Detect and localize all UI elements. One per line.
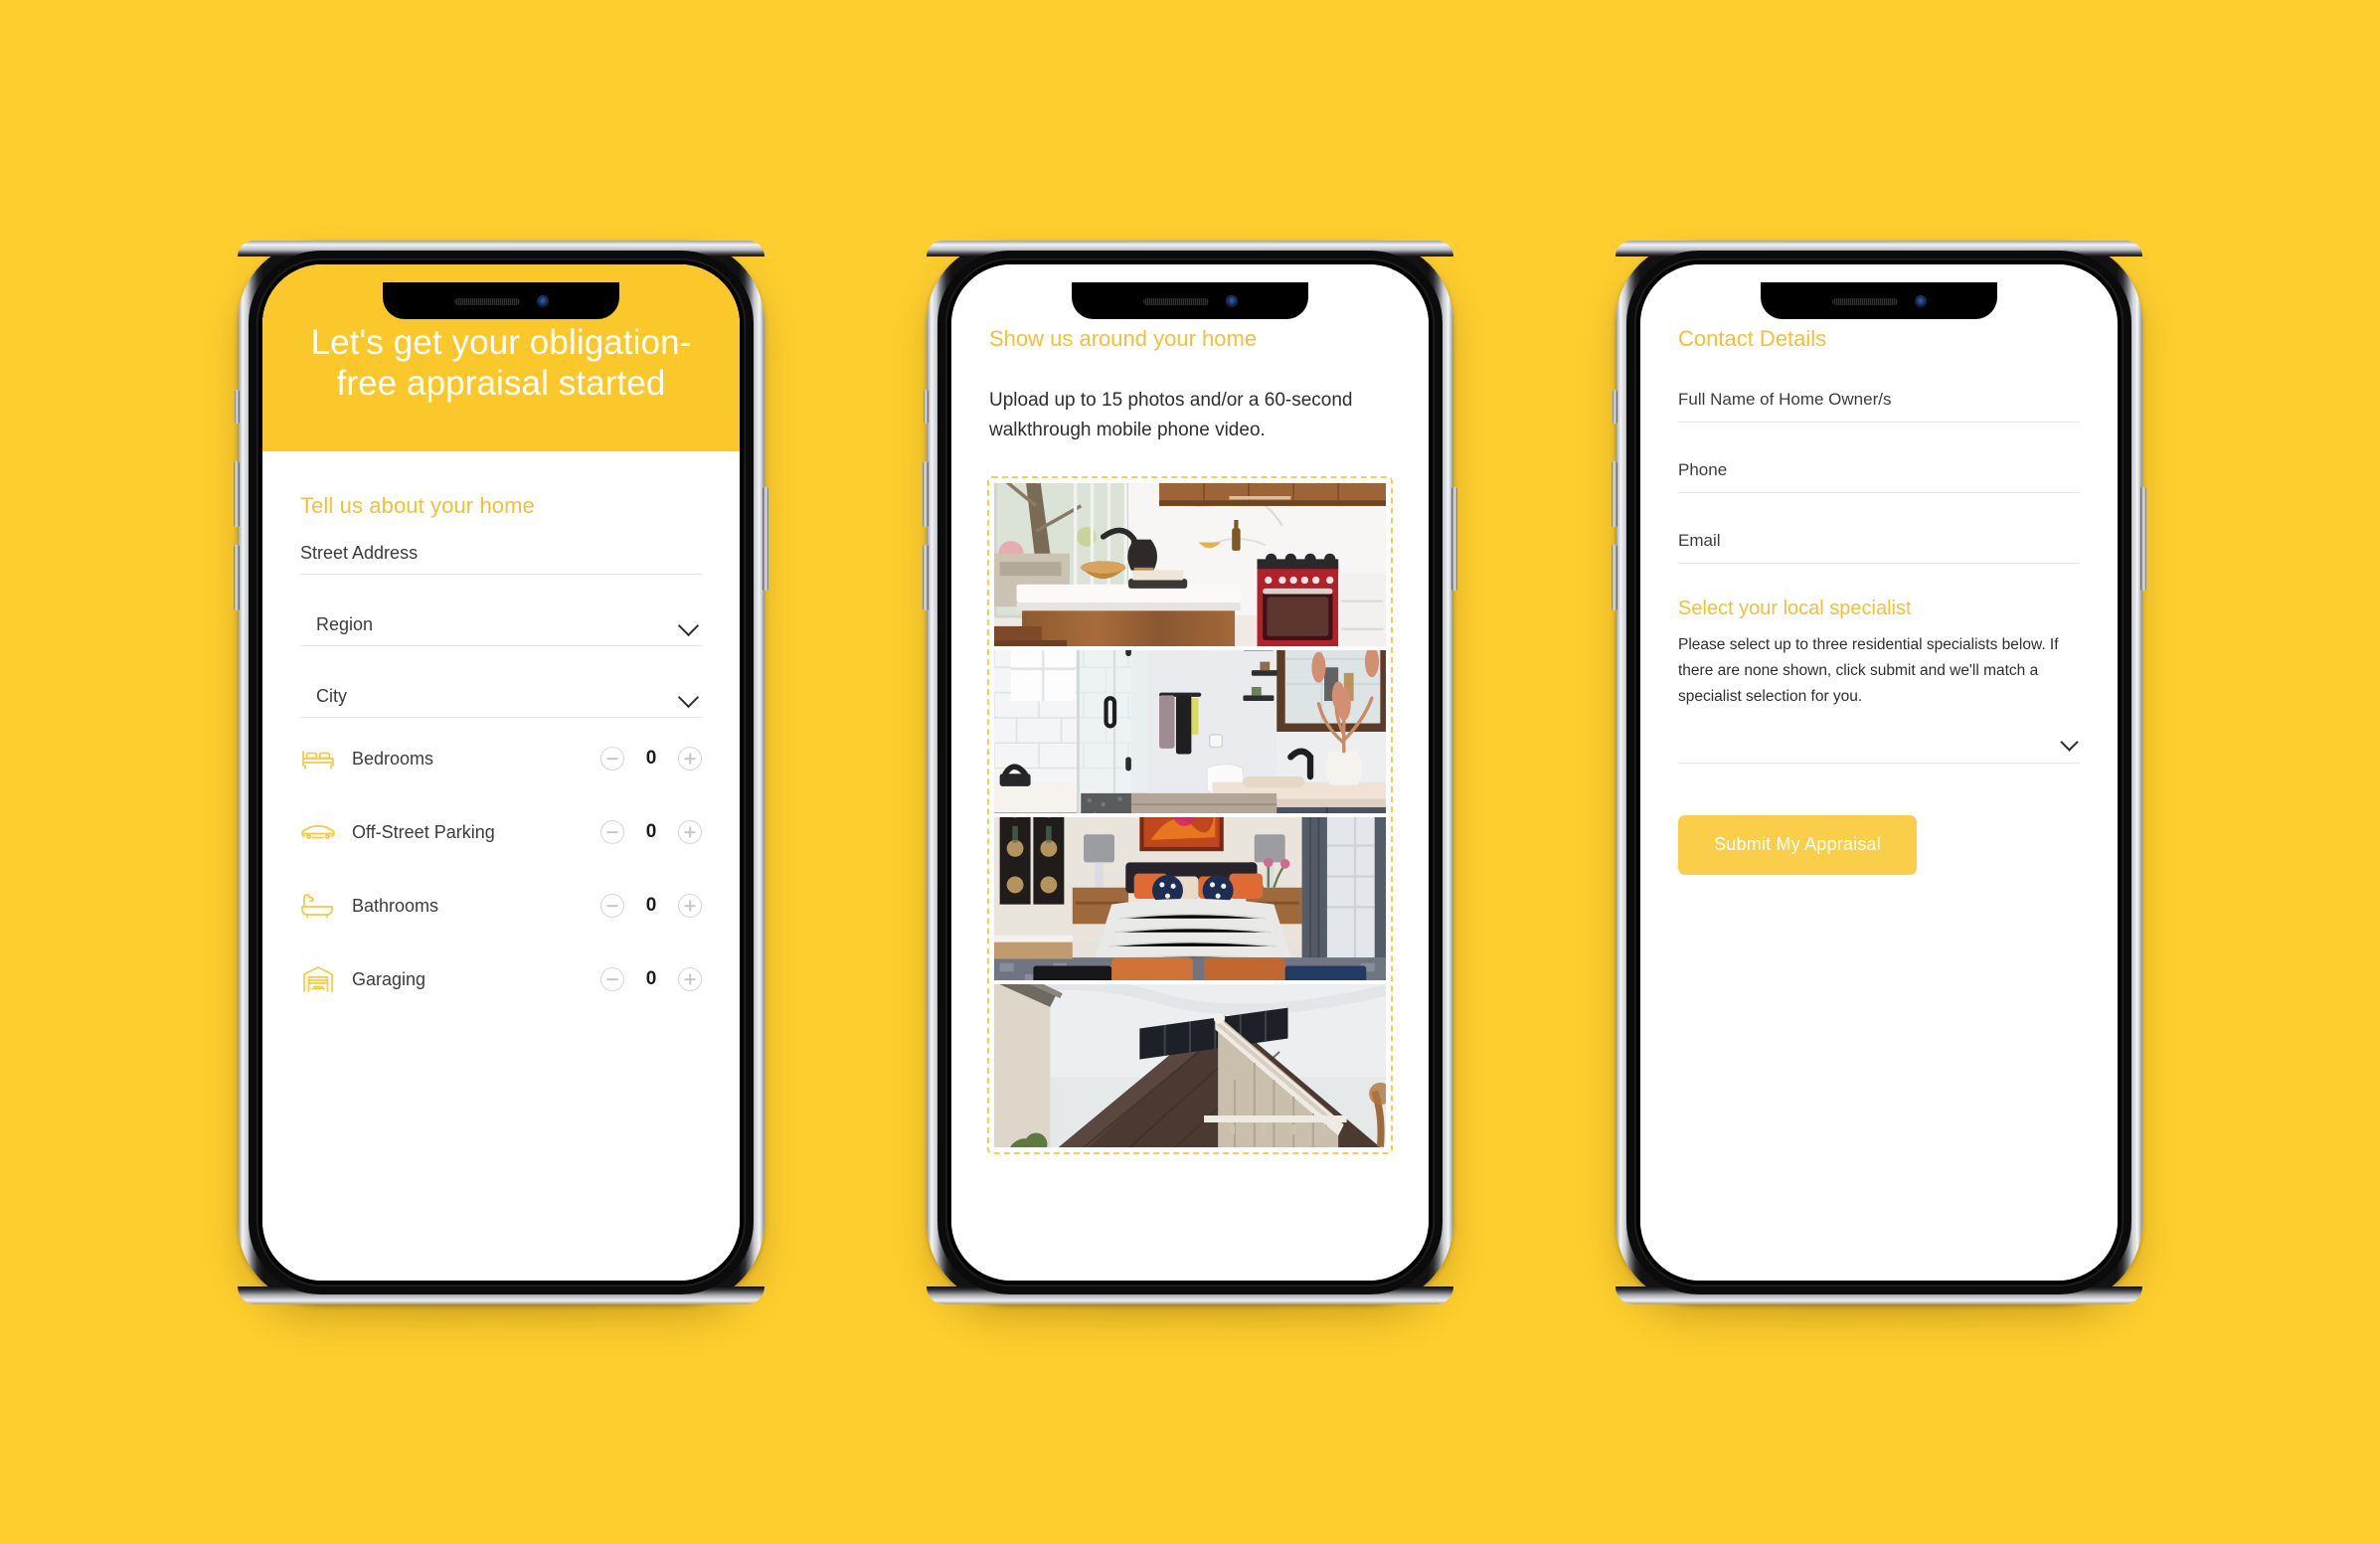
count-value-bedrooms: 0 [645, 748, 657, 770]
increment-garaging-button[interactable] [678, 967, 702, 992]
power-button[interactable] [763, 486, 768, 591]
decrement-parking-button[interactable] [600, 820, 624, 845]
increment-bathrooms-button[interactable] [678, 894, 702, 919]
photo-upload-dropzone[interactable] [987, 476, 1393, 1155]
hero-title: Let's get your obligation-free appraisal… [310, 322, 692, 403]
chevron-down-icon [677, 686, 700, 709]
city-select[interactable]: City [300, 646, 702, 719]
phone-1-notch [383, 281, 619, 319]
section-heading-contact-details: Contact Details [1678, 325, 1827, 351]
power-button[interactable] [2140, 486, 2146, 591]
phone-2-screen: Show us around your home Upload up to 15… [951, 263, 1429, 1281]
region-label: Region [316, 614, 374, 635]
upload-instructions: Upload up to 15 photos and/or a 60-secon… [989, 389, 1353, 441]
bed-icon [300, 744, 336, 773]
phone-mockup-stage: Let's get your obligation-free appraisal… [0, 0, 2380, 1544]
stepper-bedrooms: 0 [600, 747, 702, 772]
count-value-garaging: 0 [645, 968, 657, 990]
section-heading-show-us-around: Show us around your home [989, 325, 1258, 351]
specialist-select[interactable] [1678, 720, 2080, 764]
power-button[interactable] [1451, 486, 1457, 591]
chevron-down-icon [2060, 732, 2079, 752]
phone-1-screen: Let's get your obligation-free appraisal… [262, 263, 740, 1281]
phone-field[interactable]: Phone [1678, 423, 2080, 493]
increment-bedrooms-button[interactable] [678, 747, 702, 772]
counter-row-bedrooms: Bedrooms 0 [300, 718, 702, 791]
counter-label-bedrooms: Bedrooms [352, 748, 434, 769]
volume-up-button[interactable] [1612, 460, 1617, 527]
decrement-garaging-button[interactable] [600, 967, 624, 992]
region-select[interactable]: Region [300, 575, 702, 647]
earpiece-speaker-icon [1831, 297, 1898, 305]
street-address-label: Street Address [300, 543, 419, 564]
email-field[interactable]: Email [1678, 493, 2080, 564]
earpiece-speaker-icon [1142, 297, 1209, 305]
counter-label-parking: Off-Street Parking [352, 821, 495, 842]
submit-appraisal-button[interactable]: Submit My Appraisal [1678, 814, 1917, 875]
counter-label-garaging: Garaging [352, 968, 426, 989]
counter-row-parking: Off-Street Parking 0 [300, 791, 702, 865]
decrement-bathrooms-button[interactable] [600, 894, 624, 919]
bathtub-icon [300, 891, 336, 921]
email-label: Email [1678, 530, 1721, 550]
count-value-bathrooms: 0 [645, 895, 657, 917]
kitchen-photo[interactable] [994, 483, 1386, 647]
earpiece-speaker-icon [453, 297, 520, 305]
counter-row-bathrooms: Bathrooms 0 [300, 865, 702, 939]
full-name-label: Full Name of Home Owner/s [1678, 389, 1892, 409]
appraisal-step-2: Show us around your home Upload up to 15… [951, 263, 1429, 1281]
car-icon [300, 817, 336, 847]
city-label: City [316, 686, 347, 707]
phone-2-notch [1072, 281, 1308, 319]
phone-3-notch [1761, 281, 1997, 319]
stepper-bathrooms: 0 [600, 894, 702, 919]
appraisal-step-3: Contact Details Full Name of Home Owner/… [1640, 263, 2118, 1281]
phone-label: Phone [1678, 459, 1728, 479]
section-heading-about-home: Tell us about your home [300, 493, 535, 519]
increment-parking-button[interactable] [678, 820, 702, 845]
stepper-parking: 0 [600, 820, 702, 845]
exterior-photo[interactable] [994, 984, 1386, 1148]
phone-2: Show us around your home Upload up to 15… [923, 240, 1457, 1318]
silent-switch[interactable] [1613, 389, 1617, 424]
garage-icon [300, 964, 336, 994]
volume-down-button[interactable] [1612, 544, 1617, 610]
bedroom-photo[interactable] [994, 817, 1386, 981]
bathroom-photo[interactable] [994, 650, 1386, 814]
count-value-parking: 0 [645, 821, 657, 843]
silent-switch[interactable] [924, 389, 929, 424]
section-heading-select-specialist: Select your local specialist [1678, 597, 1912, 619]
specialist-instructions: Please select up to three residential sp… [1678, 635, 2059, 705]
silent-switch[interactable] [235, 389, 240, 424]
front-camera-icon [1914, 295, 1927, 307]
counter-row-garaging: Garaging 0 [300, 939, 702, 1012]
decrement-bedrooms-button[interactable] [600, 747, 624, 772]
phone-3: Contact Details Full Name of Home Owner/… [1612, 240, 2146, 1318]
volume-down-button[interactable] [923, 544, 929, 610]
volume-up-button[interactable] [923, 460, 929, 527]
front-camera-icon [536, 295, 549, 307]
chevron-down-icon [677, 614, 700, 637]
front-camera-icon [1225, 295, 1238, 307]
full-name-field[interactable]: Full Name of Home Owner/s [1678, 352, 2080, 423]
stepper-garaging: 0 [600, 967, 702, 992]
volume-down-button[interactable] [234, 544, 240, 610]
counter-label-bathrooms: Bathrooms [352, 895, 439, 916]
street-address-field[interactable]: Street Address [300, 519, 702, 576]
appraisal-step-1: Let's get your obligation-free appraisal… [262, 263, 740, 1281]
volume-up-button[interactable] [234, 460, 240, 527]
phone-1: Let's get your obligation-free appraisal… [234, 240, 768, 1318]
phone-3-screen: Contact Details Full Name of Home Owner/… [1640, 263, 2118, 1281]
